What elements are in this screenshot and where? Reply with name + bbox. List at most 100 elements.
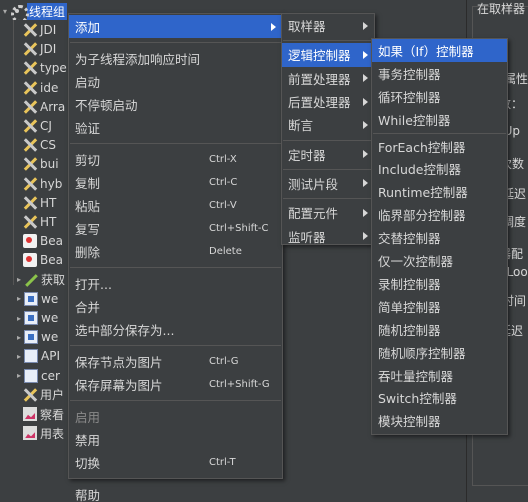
logic-submenu-item[interactable]: 模块控制器 — [372, 409, 507, 432]
context-menu-item[interactable]: 打开... — [69, 272, 282, 295]
context-menu-item[interactable]: 为子线程添加响应时间 — [69, 47, 282, 70]
add-submenu-item[interactable]: 定时器 — [282, 143, 374, 166]
logic-submenu-item[interactable]: Runtime控制器 — [372, 180, 507, 203]
logic-submenu-item-label: 吞吐量控制器 — [378, 368, 454, 384]
menu-separator — [283, 40, 373, 42]
context-menu-item[interactable]: 保存节点为图片 Ctrl-G — [69, 350, 282, 373]
menu-separator — [283, 168, 373, 170]
expand-toggle-icon[interactable]: ▸ — [14, 371, 24, 380]
expand-toggle-icon[interactable]: ▸ — [14, 314, 24, 323]
sampler-icon — [23, 196, 37, 210]
context-menu-item-label: 粘贴 — [75, 199, 101, 214]
logic-submenu-item[interactable]: 吞吐量控制器 — [372, 364, 507, 387]
logic-submenu-item[interactable]: 随机顺序控制器 — [372, 341, 507, 364]
logic-submenu-item[interactable]: 录制控制器 — [372, 272, 507, 295]
context-menu-item-label: 不停顿启动 — [75, 98, 138, 113]
context-menu-item[interactable]: 切换 Ctrl-T — [69, 451, 282, 474]
menu-separator — [373, 132, 506, 134]
tree-node-label: 用表 — [40, 426, 65, 441]
tree-node-label: we — [41, 311, 59, 325]
context-menu-item[interactable]: 剪切 Ctrl-X — [69, 148, 282, 171]
collapse-toggle-icon[interactable]: ▾ — [0, 7, 10, 16]
expand-toggle-icon[interactable]: ▸ — [14, 275, 24, 284]
sampler-icon — [23, 61, 37, 75]
submenu-arrow-icon — [363, 179, 368, 188]
add-submenu-item[interactable]: 取样器 — [282, 14, 374, 37]
add-submenu-item-label: 断言 — [288, 118, 314, 134]
expand-toggle-icon[interactable]: ▸ — [14, 352, 24, 361]
tree-node-label: JDI — [40, 42, 57, 57]
context-menu-item[interactable]: 选中部分保存为... — [69, 318, 282, 341]
tree-node-label: API — [41, 349, 60, 364]
add-submenu-item[interactable]: 后置处理器 — [282, 90, 374, 113]
logic-submenu-item-label: 模块控制器 — [378, 414, 441, 430]
logic-submenu-item-label: Runtime控制器 — [378, 185, 468, 201]
logic-submenu-item[interactable]: 循环控制器 — [372, 85, 507, 108]
add-submenu-item[interactable]: 断言 — [282, 113, 374, 136]
tree-node-label: HT — [40, 215, 57, 229]
sampler-icon — [23, 42, 37, 56]
add-submenu-item-label: 前置处理器 — [288, 71, 351, 87]
context-menu-item[interactable]: 粘贴 Ctrl-V — [69, 194, 282, 217]
logic-submenu-item[interactable]: 简单控制器 — [372, 295, 507, 318]
logic-submenu-item[interactable]: 交替控制器 — [372, 226, 507, 249]
context-menu-item[interactable]: 验证 — [69, 116, 282, 139]
expand-toggle-icon[interactable]: ▸ — [14, 333, 24, 342]
logic-submenu-item[interactable]: 事务控制器 — [372, 62, 507, 85]
sampler-icon — [23, 388, 37, 402]
shortcut-label: Ctrl-X — [209, 154, 237, 165]
api-icon — [24, 349, 38, 364]
logic-submenu-item-label: 如果（If）控制器 — [378, 43, 474, 59]
context-menu-item[interactable]: 保存屏幕为图片 Ctrl+Shift-G — [69, 373, 282, 396]
menu-separator — [70, 143, 281, 144]
logic-submenu-item[interactable]: Include控制器 — [372, 158, 507, 181]
context-menu-item[interactable]: 启动 — [69, 70, 282, 93]
logic-submenu-item-label: Switch控制器 — [378, 391, 457, 407]
logic-submenu-item-label: 临界部分控制器 — [378, 208, 466, 224]
web-icon — [24, 330, 38, 345]
add-submenu-item[interactable]: 监听器 — [282, 224, 374, 247]
context-menu-item-label: 帮助 — [75, 488, 101, 502]
context-menu-item-label: 选中部分保存为... — [75, 323, 175, 338]
tree-node-label: CS — [40, 138, 56, 153]
context-menu-item-label: 复写 — [75, 222, 101, 237]
context-menu-item[interactable]: 复写 Ctrl+Shift-C — [69, 217, 282, 240]
context-menu-item[interactable]: 帮助 — [69, 483, 282, 502]
logic-submenu-item[interactable]: While控制器 — [372, 108, 507, 131]
shortcut-label: Ctrl+Shift-C — [209, 223, 269, 234]
logic-submenu-item[interactable]: Switch控制器 — [372, 387, 507, 410]
add-submenu-item[interactable]: 测试片段 — [282, 172, 374, 195]
sampler-icon — [23, 177, 37, 191]
logic-submenu-item-label: 仅一次控制器 — [378, 254, 454, 270]
logic-submenu-item[interactable]: 仅一次控制器 — [372, 249, 507, 272]
context-menu-item-label: 启动 — [75, 75, 101, 90]
submenu-arrow-icon — [363, 232, 368, 241]
logic-submenu-item[interactable]: 随机控制器 — [372, 318, 507, 341]
add-submenu-item[interactable]: 逻辑控制器 — [282, 43, 374, 67]
context-menu-item-label: 删除 — [75, 245, 101, 260]
logic-submenu-item[interactable]: 如果（If）控制器 — [372, 39, 507, 62]
context-menu-item[interactable]: 复制 Ctrl-C — [69, 171, 282, 194]
tree-node-label: 线程组 — [27, 2, 68, 20]
add-submenu-item[interactable]: 前置处理器 — [282, 67, 374, 90]
logic-submenu-item[interactable]: 临界部分控制器 — [372, 203, 507, 226]
add-submenu-item[interactable]: 配置元件 — [282, 201, 374, 224]
submenu-arrow-icon — [271, 22, 276, 31]
tree-node-label: we — [41, 291, 59, 306]
logic-submenu-item[interactable]: ForEach控制器 — [372, 135, 507, 158]
logic-submenu-item-label: 录制控制器 — [378, 276, 441, 292]
menu-separator — [70, 400, 281, 401]
tree-node-label: Bea — [40, 234, 63, 249]
menu-separator — [283, 198, 373, 200]
panel-title: 在取样器 — [477, 2, 526, 16]
logic-controller-submenu: 如果（If）控制器事务控制器 循环控制器 While控制器 ForEach控制器 Inc… — [371, 38, 508, 435]
expand-toggle-icon[interactable]: ▸ — [14, 294, 24, 303]
web-icon — [24, 311, 38, 325]
context-menu-item[interactable]: 删除 Delete — [69, 240, 282, 263]
context-menu-item[interactable]: 合并 — [69, 295, 282, 318]
context-menu-item[interactable]: 添加 — [69, 15, 282, 38]
context-menu-item-label: 复制 — [75, 176, 101, 191]
sampler-icon — [23, 215, 37, 229]
context-menu-item[interactable]: 不停顿启动 — [69, 93, 282, 116]
context-menu-item[interactable]: 禁用 — [69, 428, 282, 451]
